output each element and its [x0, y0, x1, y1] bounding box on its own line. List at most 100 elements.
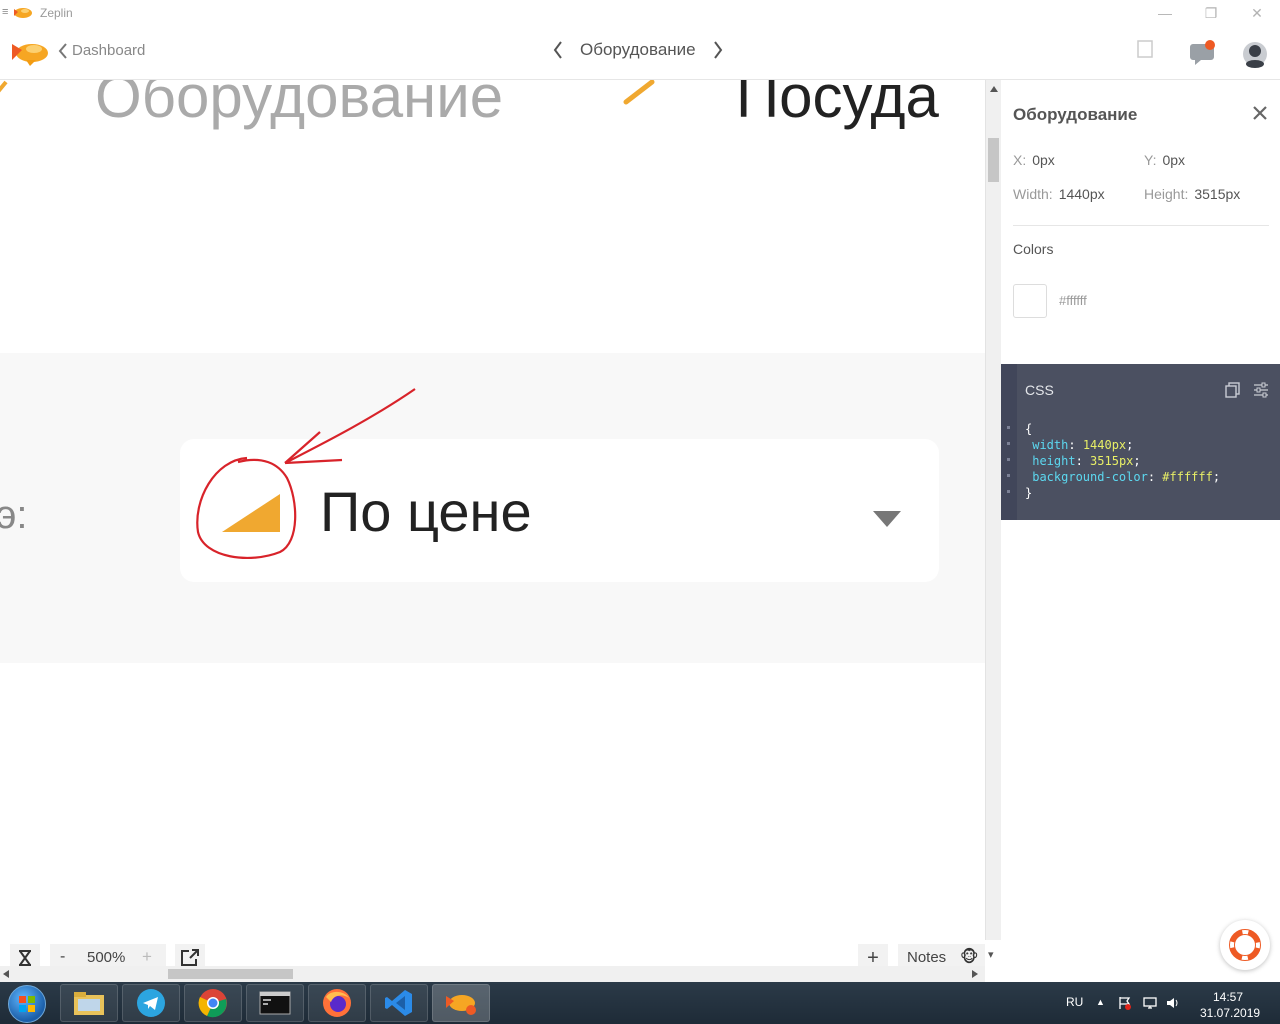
menu-icon[interactable]: ≡ [2, 6, 10, 18]
prop-y-value: 0px [1162, 152, 1186, 168]
color-swatch[interactable] [1013, 284, 1047, 318]
colors-heading: Colors [1013, 241, 1054, 257]
close-icon[interactable] [1251, 104, 1269, 122]
prop-height: Height: 3515px [1144, 186, 1240, 202]
notes-caret-icon[interactable]: ▾ [988, 948, 994, 961]
zoom-level[interactable]: 500% [87, 949, 125, 966]
sort-dropdown[interactable] [180, 439, 939, 582]
chevron-right-icon [713, 41, 722, 59]
horizontal-scrollbar[interactable] [0, 966, 985, 982]
previous-screen-button[interactable] [550, 40, 566, 60]
vertical-scrollbar[interactable] [985, 80, 1001, 968]
sort-dropdown-label: По цене [320, 480, 532, 543]
zoom-in-button[interactable]: + [142, 947, 152, 967]
taskbar-firefox[interactable] [308, 984, 366, 1022]
caret-down-icon[interactable] [872, 509, 902, 529]
user-avatar-icon[interactable] [1241, 40, 1269, 68]
window-title: Zeplin [40, 6, 73, 20]
zeplin-logo-icon[interactable] [10, 36, 50, 68]
css-heading: CSS [1025, 382, 1054, 398]
design-canvas[interactable]: Оборудование Посуда э: По цене [0, 80, 985, 970]
prop-y: Y: 0px [1144, 152, 1185, 168]
prop-height-value: 3515px [1194, 186, 1241, 202]
back-to-dashboard-link[interactable]: Dashboard [58, 42, 145, 59]
css-open-brace: { [1025, 422, 1033, 436]
chevron-left-icon [553, 41, 562, 59]
prop-width: Width: 1440px [1013, 186, 1105, 202]
title-bar: ≡ Zeplin — ❐ ✕ [0, 0, 1280, 26]
gutter-marker [1007, 458, 1010, 461]
category-heading-equipment: Оборудование [95, 80, 504, 130]
clock-date[interactable]: 31.07.2019 [1200, 1006, 1260, 1020]
keyboard-language[interactable]: RU [1066, 995, 1083, 1009]
css-value-width: 1440px [1082, 438, 1127, 452]
gutter-marker [1007, 442, 1010, 445]
taskbar-vscode[interactable] [370, 984, 428, 1022]
inspector-sidebar: Оборудование X: 0px Y: 0px Width: 1440px He… [1001, 80, 1280, 982]
prop-x: X: 0px [1013, 152, 1055, 168]
vertical-scroll-thumb[interactable] [988, 138, 999, 182]
color-swatch-label[interactable]: #ffffff [1059, 293, 1087, 308]
zeplin-taskbar-icon [446, 995, 476, 1015]
taskbar-cmd[interactable] [246, 984, 304, 1022]
telegram-icon [137, 989, 165, 1017]
back-label: Dashboard [72, 42, 146, 59]
help-button[interactable] [1220, 920, 1270, 970]
css-value-height: 3515px [1090, 454, 1134, 468]
layer-toggle-icon[interactable] [1137, 38, 1153, 58]
css-prop-height: height [1032, 454, 1076, 468]
notifications-icon[interactable] [1188, 38, 1218, 68]
monkey-emoji-icon: 🐵 [960, 949, 979, 966]
vscode-icon [385, 990, 412, 1016]
close-window-button[interactable]: ✕ [1234, 0, 1280, 26]
taskbar-telegram[interactable] [122, 984, 180, 1022]
cropped-label: э: [0, 493, 28, 537]
scroll-right-arrow-icon[interactable] [972, 970, 978, 978]
css-close-brace: } [1025, 486, 1033, 500]
prop-height-label: Height: [1144, 186, 1189, 202]
scroll-left-arrow-icon[interactable] [3, 970, 9, 978]
taskbar-zeplin[interactable] [432, 984, 490, 1022]
top-nav: Dashboard Оборудование [0, 26, 1280, 80]
minimize-button[interactable]: — [1142, 0, 1188, 26]
css-prop-background-color: background-color [1032, 470, 1148, 484]
settings-sliders-icon[interactable] [1253, 382, 1269, 398]
prop-width-value: 1440px [1058, 186, 1105, 202]
screen-navigator: Оборудование [550, 40, 726, 60]
category-heading-dishes: Посуда [736, 80, 939, 130]
horizontal-scroll-thumb[interactable] [168, 969, 293, 979]
clock-time[interactable]: 14:57 [1213, 990, 1243, 1004]
terminal-icon [259, 991, 291, 1015]
export-icon [181, 949, 199, 966]
notes-label: Notes [907, 949, 947, 966]
taskbar-chrome[interactable] [184, 984, 242, 1022]
network-icon[interactable] [1143, 996, 1157, 1010]
pencil-icon [0, 80, 8, 93]
css-value-background-color: #ffffff [1162, 470, 1213, 484]
taskbar-explorer[interactable] [60, 984, 118, 1022]
tray-expand-icon[interactable]: ▲ [1096, 997, 1105, 1007]
start-button[interactable] [8, 985, 46, 1023]
chevron-left-icon [58, 42, 67, 59]
folder-icon [74, 992, 104, 1015]
restore-button[interactable]: ❐ [1188, 0, 1234, 26]
scroll-up-arrow-icon[interactable] [990, 86, 998, 92]
css-code-block[interactable]: { width: 1440px; height: 3515px; backgro… [1025, 421, 1220, 501]
prop-x-value: 0px [1032, 152, 1055, 168]
prop-width-label: Width: [1013, 186, 1053, 202]
prop-y-label: Y: [1144, 152, 1157, 168]
pencil-icon [623, 80, 655, 105]
prop-x-label: X: [1013, 152, 1027, 168]
code-gutter [1001, 364, 1017, 520]
next-screen-button[interactable] [710, 40, 726, 60]
screen-title: Оборудование [580, 40, 696, 59]
inspector-title: Оборудование [1013, 105, 1138, 124]
windows-logo-icon [19, 996, 35, 1012]
zoom-out-button[interactable]: - [60, 948, 65, 966]
copy-icon[interactable] [1225, 382, 1241, 398]
divider [1013, 225, 1269, 226]
volume-icon[interactable] [1166, 996, 1180, 1010]
action-center-flag-icon[interactable] [1118, 996, 1132, 1010]
hourglass-icon [19, 950, 31, 966]
css-panel: CSS { width: 1440px; height: 3515px; bac… [1001, 364, 1280, 520]
